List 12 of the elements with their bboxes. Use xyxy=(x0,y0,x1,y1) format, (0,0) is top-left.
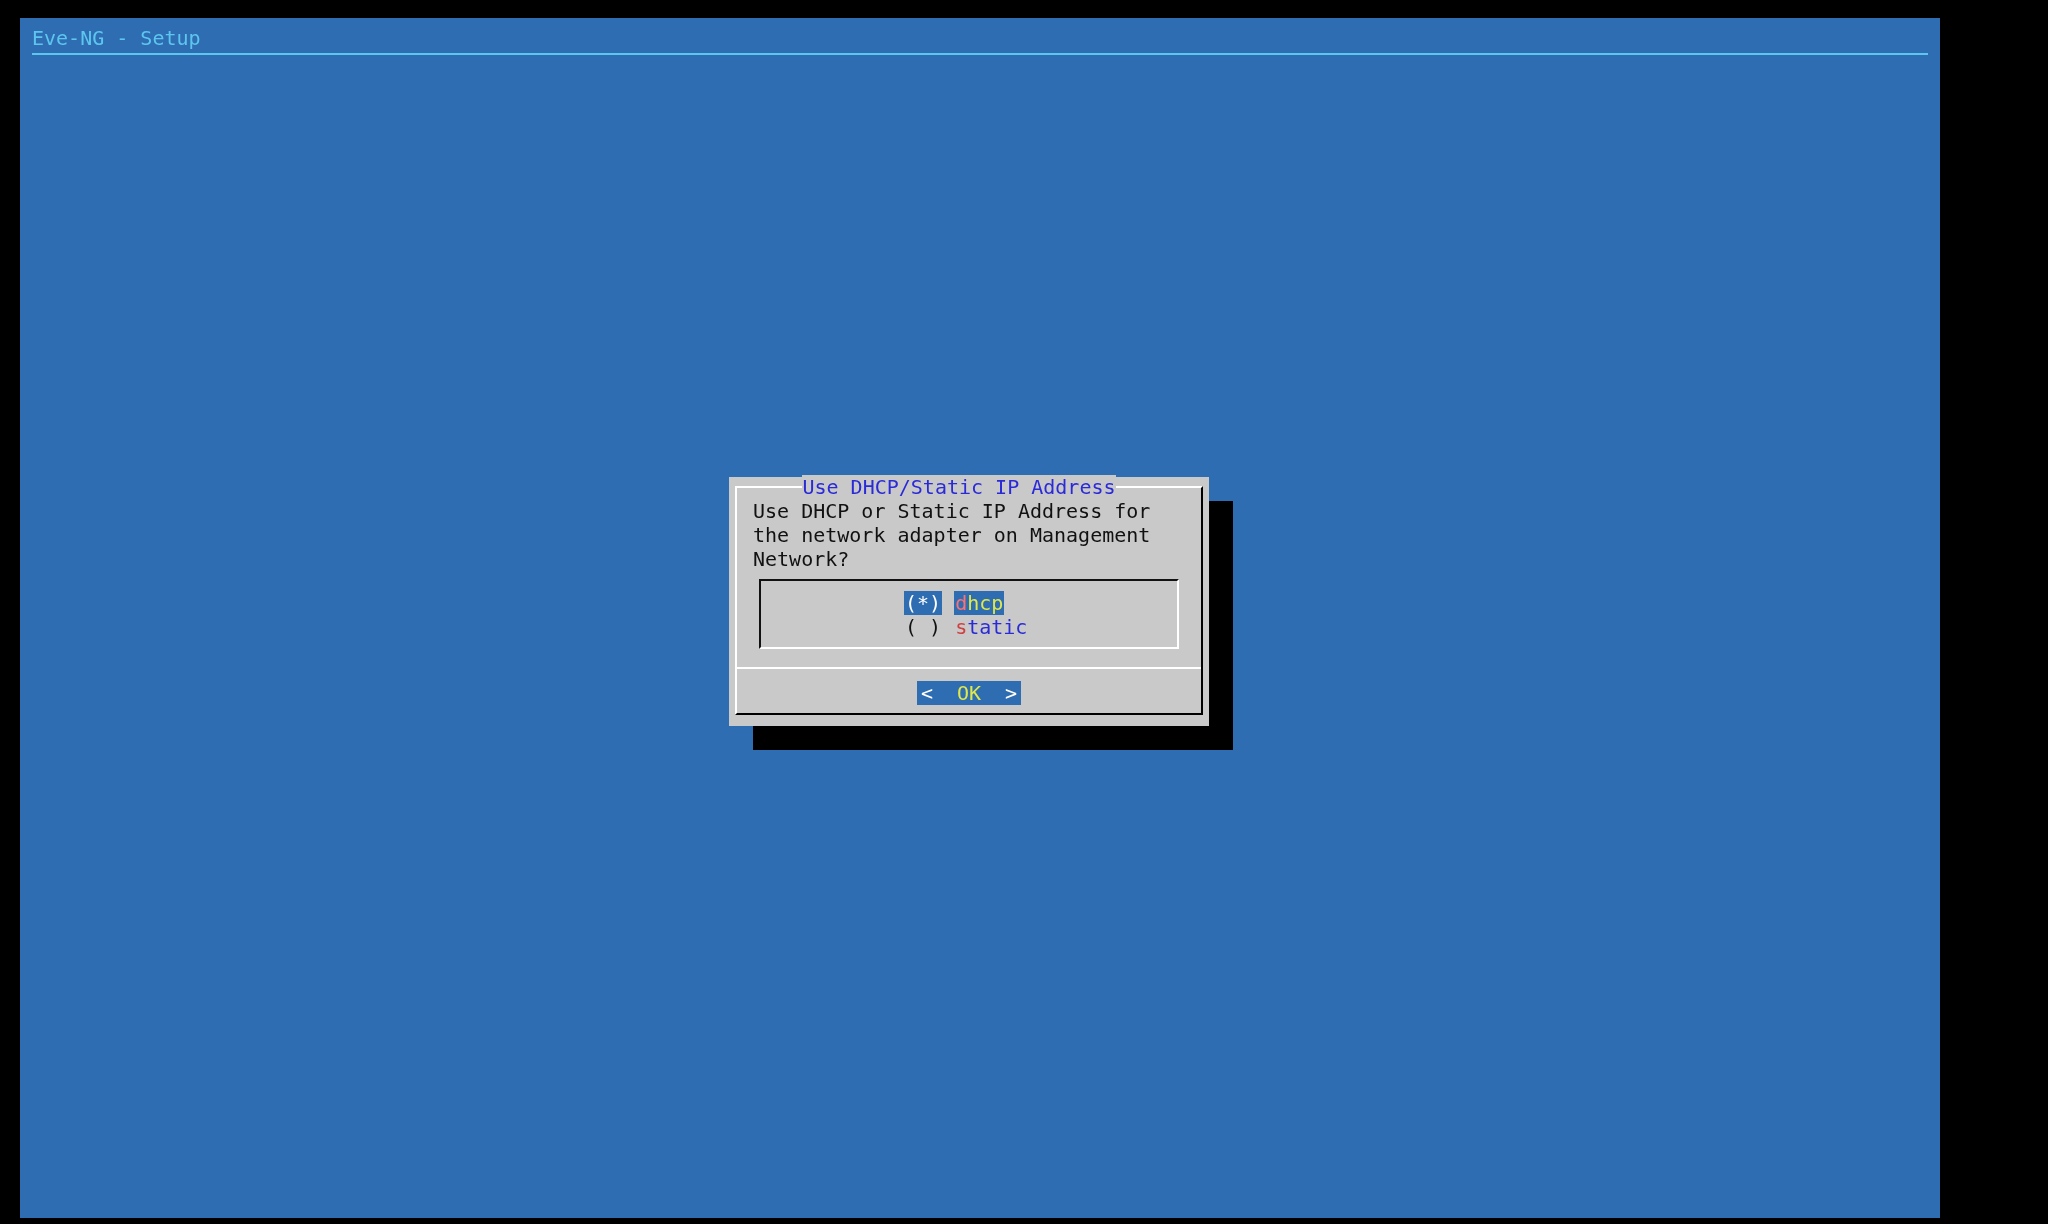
dialog-title: Use DHCP/Static IP Address xyxy=(802,475,1116,499)
option-label[interactable]: static xyxy=(954,615,1029,639)
option-label[interactable]: dhcp xyxy=(954,591,1005,615)
message-text: Use DHCP or Static IP Address for xyxy=(753,499,1151,523)
radio-button[interactable]: (*) xyxy=(904,591,943,615)
caret-icon: > xyxy=(1005,681,1018,705)
message-text: the network adapter on Management xyxy=(753,523,1151,547)
caret-icon: < xyxy=(920,681,933,705)
screen-title: Eve-NG - Setup xyxy=(32,26,201,50)
ok-button[interactable]: < OK > xyxy=(916,681,1022,705)
message-text: Network? xyxy=(753,547,850,571)
radio-button[interactable]: ( ) xyxy=(904,615,943,639)
